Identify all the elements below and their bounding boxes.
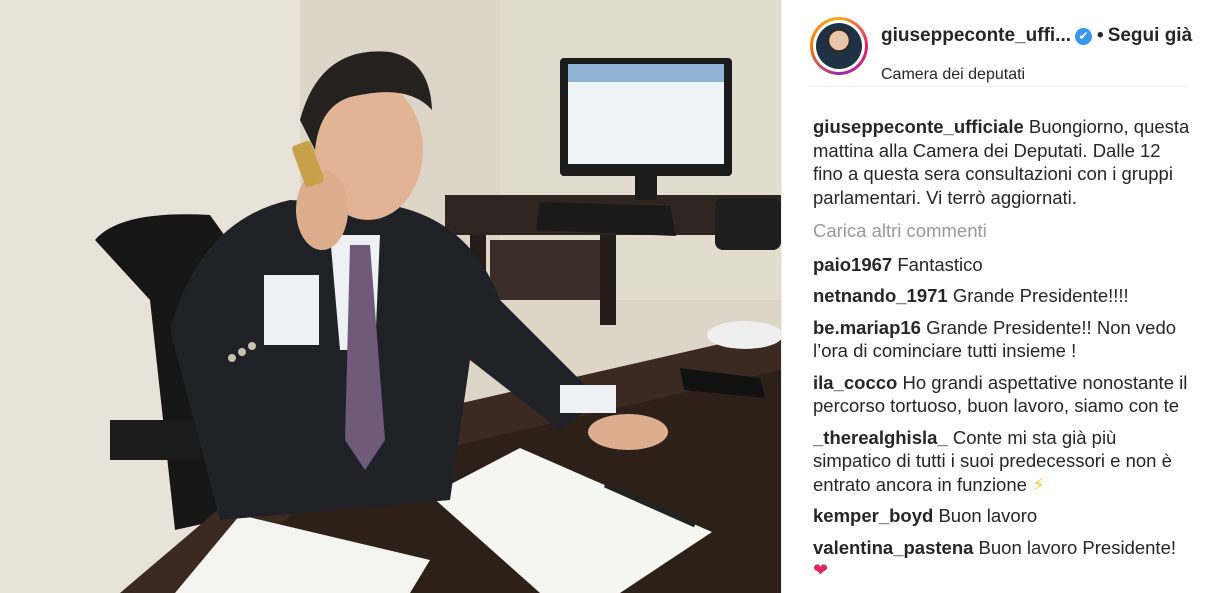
post-photo[interactable] [0, 0, 781, 593]
post-caption: giuseppeconte_ufficiale Buongiorno, ques… [813, 115, 1193, 209]
comment-username[interactable]: _therealghisla_ [813, 427, 948, 448]
comment-username[interactable]: netnando_1971 [813, 285, 948, 306]
office-scene-image [0, 0, 781, 593]
follow-status-button[interactable]: Segui già [1108, 25, 1192, 46]
separator-dot: • [1097, 25, 1104, 46]
comment-item: be.mariap16 Grande Presidente!! Non vedo… [813, 316, 1193, 363]
header-username-row: giuseppeconte_uffi... ✔ • Segui già [881, 25, 1192, 47]
comment-text: Grande Presidente!!!! [952, 285, 1129, 306]
comment-item: paio1967 Fantastico [813, 253, 1193, 277]
avatar-image [816, 23, 862, 69]
comment-username[interactable]: valentina_pastena [813, 537, 973, 558]
heart-emoji-icon: ❤ [813, 560, 829, 580]
profile-avatar[interactable] [810, 17, 868, 75]
comment-item: netnando_1971 Grande Presidente!!!! [813, 284, 1193, 308]
comment-item: kemper_boyd Buon lavoro [813, 504, 1193, 528]
comment-text: Buon lavoro Presidente! [978, 536, 1177, 558]
lightning-emoji-icon: ⚡ [1032, 473, 1046, 495]
post-header: giuseppeconte_uffi... ✔ • Segui già Camera … [808, 14, 1192, 87]
comment-item: _therealghisla_ Conte mi sta già più sim… [813, 426, 1193, 497]
comment-text: Buon lavoro [938, 505, 1038, 526]
post-location[interactable]: Camera dei deputati [881, 66, 1025, 84]
comment-text: Fantastico [897, 253, 983, 275]
verified-badge-icon: ✔ [1075, 28, 1093, 45]
comment-item: valentina_pastena Buon lavoro Presidente… [813, 536, 1193, 583]
caption-username[interactable]: giuseppeconte_ufficiale [813, 116, 1024, 137]
comment-username[interactable]: be.mariap16 [813, 317, 921, 338]
load-more-comments-link[interactable]: Carica altri commenti [813, 219, 1193, 243]
author-username[interactable]: giuseppeconte_uffi... [881, 25, 1071, 46]
comment-username[interactable]: ila_cocco [813, 372, 897, 393]
comments-list: giuseppeconte_ufficiale Buongiorno, ques… [813, 115, 1193, 591]
post-details-panel: giuseppeconte_uffi... ✔ • Segui già Camera … [781, 0, 1210, 593]
comment-username[interactable]: kemper_boyd [813, 505, 933, 526]
comment-username[interactable]: paio1967 [813, 254, 892, 275]
comment-item: ila_cocco Ho grandi aspettative nonostan… [813, 371, 1193, 418]
